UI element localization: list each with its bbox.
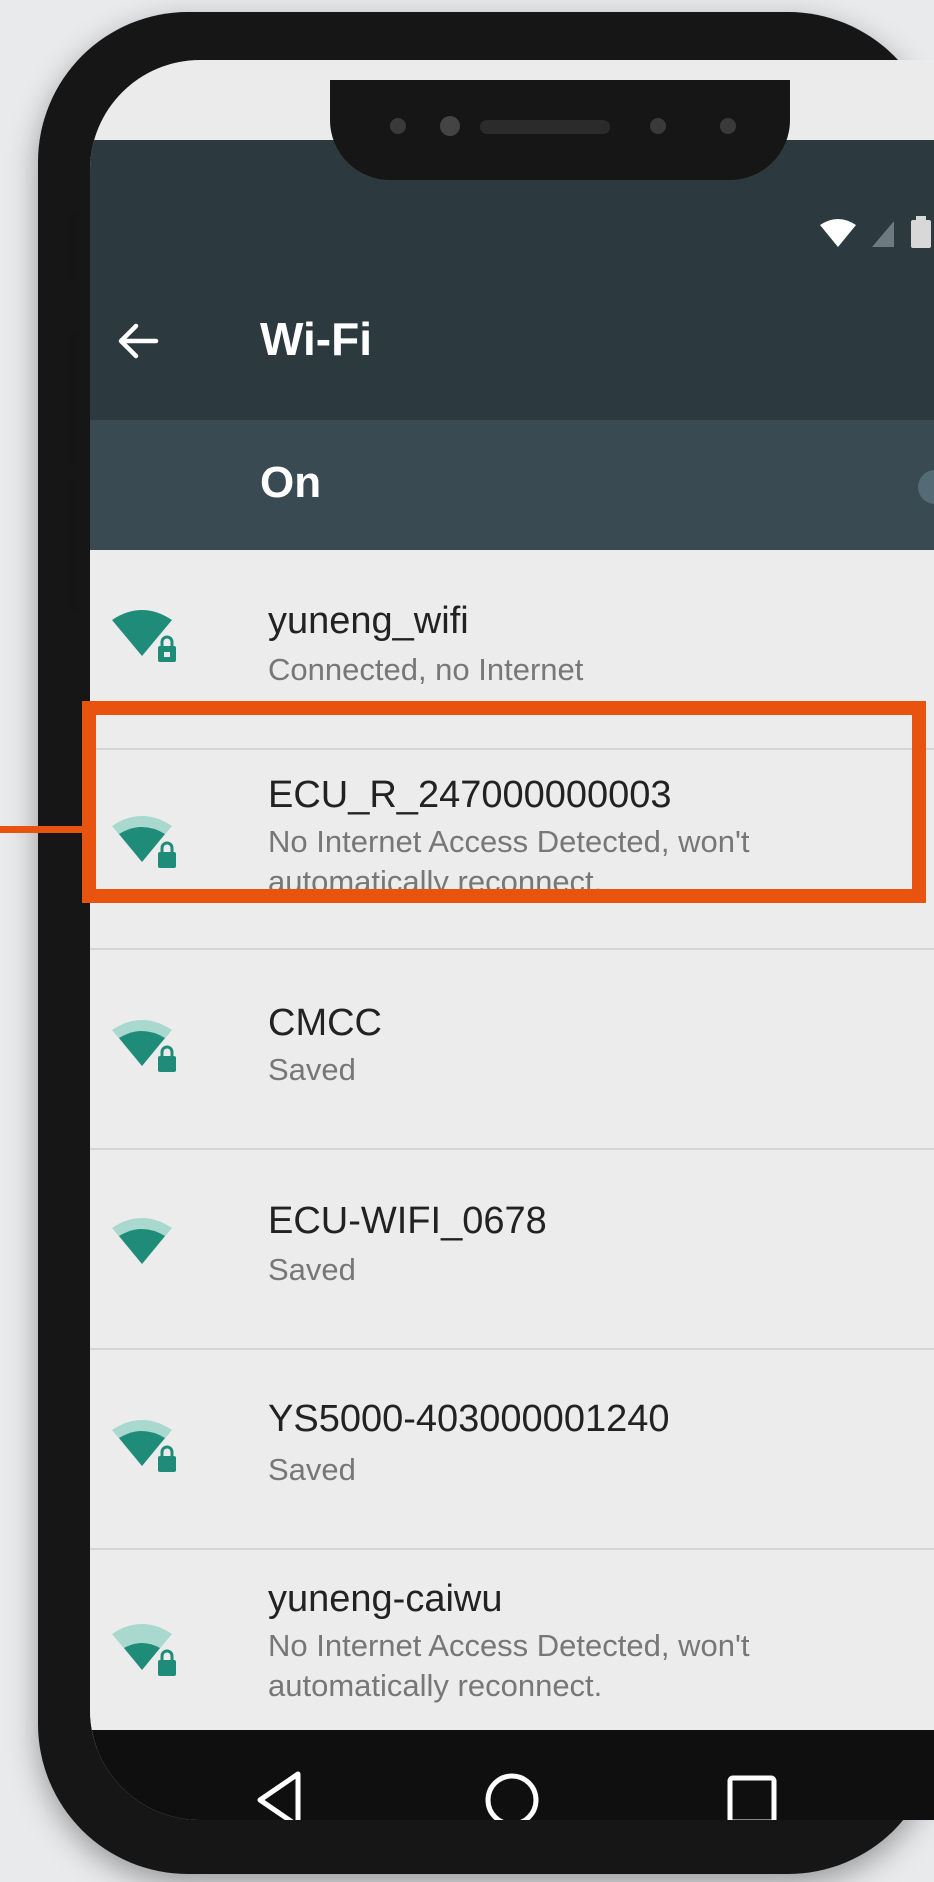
battery-icon <box>911 216 931 248</box>
wifi-locked-medium-icon <box>112 1020 176 1072</box>
home-circle-icon[interactable] <box>472 1760 552 1820</box>
network-status: No Internet Access Detected, won't autom… <box>268 1628 750 1703</box>
cell-signal-icon <box>872 221 894 247</box>
wifi-network-item[interactable]: ECU-WIFI_0678 Saved <box>90 1150 934 1350</box>
network-ssid: CMCC <box>268 1002 382 1044</box>
wifi-locked-medium-icon <box>112 1420 176 1472</box>
camera-notch <box>330 80 790 180</box>
wifi-network-item[interactable]: yuneng-caiwu No Internet Access Detected… <box>90 1550 934 1748</box>
wifi-network-item[interactable]: CMCC Saved <box>90 950 934 1150</box>
app-toolbar: Wi-Fi <box>90 270 934 420</box>
navigation-bar <box>90 1730 934 1820</box>
network-status: Saved <box>268 1452 356 1487</box>
wifi-medium-icon <box>112 1218 172 1264</box>
wifi-network-item[interactable]: YS5000-403000001240 Saved <box>90 1350 934 1550</box>
page-title: Wi-Fi <box>260 313 372 365</box>
wifi-toggle-switch[interactable] <box>918 470 934 504</box>
phone-volume-up-button <box>68 332 78 462</box>
phone-side-button <box>68 212 78 282</box>
wifi-locked-low-icon <box>112 1624 176 1676</box>
highlight-box <box>82 701 926 903</box>
phone-volume-down-button <box>68 482 78 612</box>
front-camera <box>440 116 460 136</box>
network-ssid: yuneng-caiwu <box>268 1578 503 1620</box>
network-ssid: ECU-WIFI_0678 <box>268 1200 547 1242</box>
wifi-master-switch-bar[interactable]: On <box>90 420 934 550</box>
recents-square-icon[interactable] <box>712 1760 792 1820</box>
phone-screen: Wi-Fi On yuneng_wifi Connected, no Inter… <box>90 60 934 1820</box>
wifi-signal-icon <box>820 219 856 247</box>
stage: Wi-Fi On yuneng_wifi Connected, no Inter… <box>0 0 934 1882</box>
status-icons <box>818 216 934 250</box>
sensor-dot <box>720 118 736 134</box>
network-ssid: yuneng_wifi <box>268 600 469 642</box>
network-ssid: YS5000-403000001240 <box>268 1398 670 1440</box>
arrow-back-icon[interactable] <box>112 316 162 366</box>
sensor-dot <box>390 118 406 134</box>
wifi-locked-full-icon <box>112 610 176 662</box>
network-status: Saved <box>268 1052 356 1087</box>
back-triangle-icon[interactable] <box>240 1760 320 1820</box>
earpiece-speaker <box>480 120 610 134</box>
sensor-dot <box>650 118 666 134</box>
wifi-master-switch-label: On <box>260 458 322 507</box>
network-status: Connected, no Internet <box>268 652 584 687</box>
network-status: Saved <box>268 1252 356 1287</box>
